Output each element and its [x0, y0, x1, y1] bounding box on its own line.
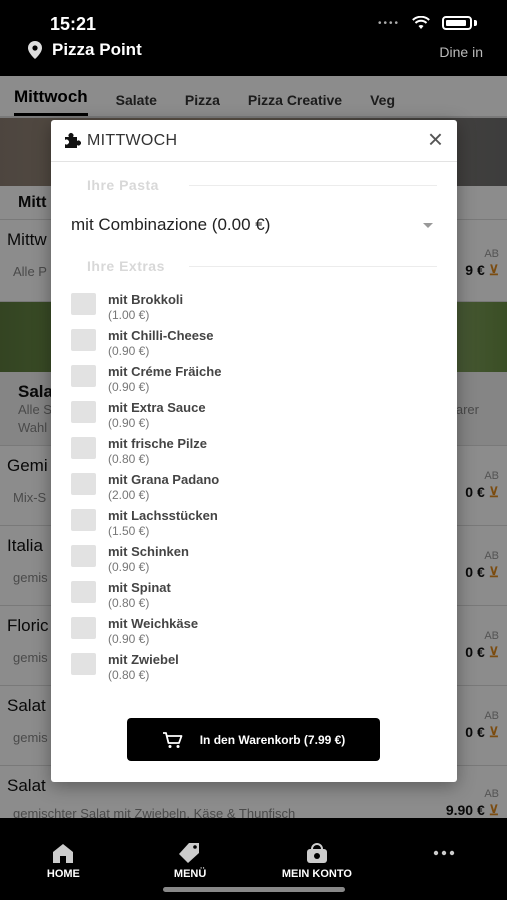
checkbox[interactable]: [71, 401, 96, 423]
bag-icon: [306, 843, 327, 863]
pasta-legend: Ihre Pasta: [71, 177, 437, 193]
options-modal: MITTWOCH × Ihre Pasta mit Combinazione (…: [51, 120, 457, 782]
extra-option[interactable]: mit Créme Fräiche (0.90 €): [71, 362, 437, 398]
extras-list: mit Brokkoli (1.00 €) mit Chilli-Cheese (0…: [71, 290, 437, 686]
wifi-icon: [412, 16, 430, 29]
extra-option[interactable]: mit Spinat (0.80 €): [71, 578, 437, 614]
checkbox[interactable]: [71, 473, 96, 495]
checkbox[interactable]: [71, 617, 96, 639]
cart-icon: [162, 731, 183, 748]
checkbox[interactable]: [71, 365, 96, 387]
modal-title: MITTWOCH: [87, 131, 178, 149]
status-icons: ••••: [378, 16, 477, 30]
top-bar: 15:21 •••• Pizza Point Dine in: [0, 0, 507, 76]
extra-option[interactable]: mit Schinken (0.90 €): [71, 542, 437, 578]
location-pin-icon: [28, 41, 42, 59]
location-selector[interactable]: Pizza Point: [28, 40, 142, 60]
extra-option[interactable]: mit frische Pilze (0.80 €): [71, 434, 437, 470]
signal-icon: ••••: [377, 17, 400, 29]
checkbox[interactable]: [71, 581, 96, 603]
status-time: 15:21: [50, 14, 97, 34]
restaurant-name: Pizza Point: [52, 40, 142, 59]
home-indicator[interactable]: [163, 887, 345, 892]
extra-option[interactable]: mit Brokkoli (1.00 €): [71, 290, 437, 326]
extra-option[interactable]: mit Chilli-Cheese (0.90 €): [71, 326, 437, 362]
more-icon: [433, 850, 454, 856]
extras-legend: Ihre Extras: [71, 258, 437, 274]
modal-header: MITTWOCH ×: [51, 120, 457, 162]
extra-option[interactable]: mit Lachsstücken (1.50 €): [71, 506, 437, 542]
extra-option[interactable]: mit Weichkäse (0.90 €): [71, 614, 437, 650]
checkbox[interactable]: [71, 293, 96, 315]
checkbox[interactable]: [71, 329, 96, 351]
close-icon[interactable]: ×: [428, 126, 443, 152]
pasta-select[interactable]: mit Combinazione (0.00 €): [71, 210, 437, 240]
nav-more[interactable]: [380, 818, 507, 900]
extra-option[interactable]: mit Grana Padano (2.00 €): [71, 470, 437, 506]
checkbox[interactable]: [71, 653, 96, 675]
extra-option[interactable]: mit Zwiebel (0.80 €): [71, 650, 437, 686]
checkbox[interactable]: [71, 545, 96, 567]
home-icon: [53, 844, 74, 863]
add-to-cart-button[interactable]: In den Warenkorb (7.99 €): [127, 718, 380, 761]
add-to-cart-label: In den Warenkorb (7.99 €): [199, 732, 346, 747]
pasta-select-value: mit Combinazione (0.00 €): [71, 215, 271, 234]
puzzle-icon: [65, 132, 81, 148]
chevron-down-icon: [423, 222, 433, 228]
battery-icon: [442, 16, 472, 30]
dine-mode[interactable]: Dine in: [439, 44, 483, 60]
tag-icon: [179, 843, 200, 863]
checkbox[interactable]: [71, 509, 96, 531]
extra-option[interactable]: mit Extra Sauce (0.90 €): [71, 398, 437, 434]
nav-home[interactable]: HOME: [0, 818, 127, 900]
checkbox[interactable]: [71, 437, 96, 459]
